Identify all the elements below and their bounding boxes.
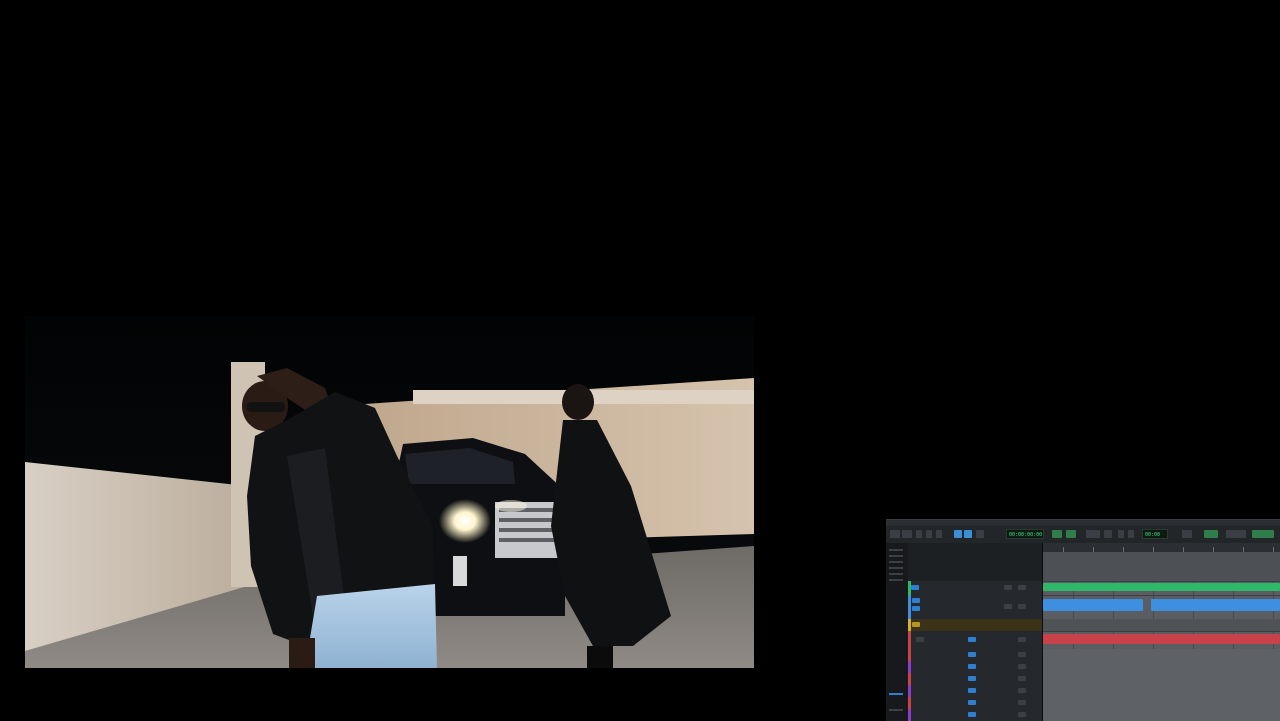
grid-selector[interactable] — [1086, 530, 1100, 538]
edit-timeline[interactable] — [1043, 543, 1280, 721]
track-header[interactable] — [908, 595, 1042, 620]
tempo-display[interactable] — [1204, 530, 1218, 538]
empty-lanes[interactable] — [1043, 649, 1280, 721]
track-solo-button[interactable] — [912, 598, 920, 603]
meter-display[interactable] — [1226, 530, 1246, 538]
track-input-selector[interactable] — [968, 700, 976, 705]
pencil-icon[interactable] — [976, 530, 984, 538]
track-input-selector[interactable] — [968, 652, 976, 657]
clip-list-panel[interactable] — [886, 543, 909, 721]
track-color-swatch — [908, 595, 911, 619]
track-pan[interactable] — [1018, 604, 1026, 609]
track-header[interactable] — [908, 581, 1042, 596]
clip-list-item[interactable] — [889, 567, 903, 569]
smart-tool-icon[interactable] — [964, 530, 972, 538]
track-input-selector[interactable] — [968, 676, 976, 681]
daw-toolbar: 00:00:00:00 00:00 — [886, 526, 1280, 544]
edit-tool-button[interactable] — [902, 530, 912, 538]
video-preview — [25, 316, 754, 668]
clip-list-item[interactable] — [889, 709, 903, 711]
track-lane[interactable] — [1043, 595, 1280, 620]
track-rec-button[interactable] — [916, 637, 924, 642]
clip-list-item[interactable] — [889, 555, 903, 557]
track-pan[interactable] — [1018, 688, 1026, 693]
track-volume[interactable] — [1004, 585, 1012, 590]
track-header[interactable] — [908, 631, 1042, 650]
main-counter[interactable]: 00:00:00:00 — [1006, 529, 1044, 539]
audio-clip-green[interactable] — [1043, 583, 1280, 591]
grabber-icon[interactable] — [954, 530, 962, 538]
track-color-swatch — [908, 697, 911, 709]
folder-toggle-icon[interactable] — [912, 622, 920, 627]
track-input-selector[interactable] — [968, 637, 976, 642]
clip-list-item[interactable] — [889, 549, 903, 551]
track-pan[interactable] — [1018, 652, 1026, 657]
track-header-empty[interactable] — [908, 543, 1042, 582]
track-pan[interactable] — [1018, 712, 1026, 717]
track-list[interactable] — [908, 543, 1043, 721]
empty-lane[interactable] — [1043, 552, 1280, 582]
daw-window[interactable]: 00:00:00:00 00:00 — [886, 519, 1280, 721]
clip-list-item[interactable] — [889, 561, 903, 563]
track-color-swatch — [908, 619, 911, 631]
audio-clip-blue[interactable] — [1151, 599, 1280, 611]
edit-mode-button[interactable] — [890, 530, 900, 538]
track-input-selector[interactable] — [968, 664, 976, 669]
track-color-swatch — [908, 709, 911, 721]
clip-list-item[interactable] — [889, 573, 903, 575]
track-header[interactable] — [908, 709, 1042, 721]
sync-display[interactable] — [1252, 530, 1274, 538]
track-pan[interactable] — [1018, 700, 1026, 705]
trim-icon[interactable] — [926, 530, 932, 538]
zoom-icon[interactable] — [916, 530, 922, 538]
audio-clip-red[interactable] — [1043, 634, 1280, 644]
track-color-swatch — [908, 685, 911, 697]
sub-counter[interactable]: 00:00 — [1142, 529, 1168, 539]
track-color-swatch — [908, 661, 911, 673]
track-input-selector[interactable] — [968, 712, 976, 717]
track-rec-button[interactable] — [911, 585, 919, 590]
track-mute-button[interactable] — [912, 606, 920, 611]
play-icon[interactable] — [1052, 530, 1062, 538]
track-color-swatch — [908, 649, 911, 661]
video-frame-image — [25, 316, 754, 668]
clip-list-item[interactable] — [889, 693, 903, 695]
loop-icon[interactable] — [1066, 530, 1076, 538]
track-lane[interactable] — [1043, 581, 1280, 596]
track-pan[interactable] — [1018, 637, 1026, 642]
stop-icon[interactable] — [1118, 530, 1124, 538]
track-pan[interactable] — [1018, 585, 1026, 590]
track-volume[interactable] — [1004, 604, 1012, 609]
select-icon[interactable] — [936, 530, 942, 538]
record-icon[interactable] — [1128, 530, 1134, 538]
cursor-selector[interactable] — [1182, 530, 1192, 538]
audio-clip-blue[interactable] — [1043, 599, 1143, 611]
clip-list-item[interactable] — [889, 579, 903, 581]
track-color-swatch — [908, 673, 911, 685]
track-input-selector[interactable] — [968, 688, 976, 693]
track-lane[interactable] — [1043, 631, 1280, 650]
track-pan[interactable] — [1018, 676, 1026, 681]
track-color-swatch — [908, 631, 911, 649]
nudge-selector[interactable] — [1104, 530, 1112, 538]
track-pan[interactable] — [1018, 664, 1026, 669]
